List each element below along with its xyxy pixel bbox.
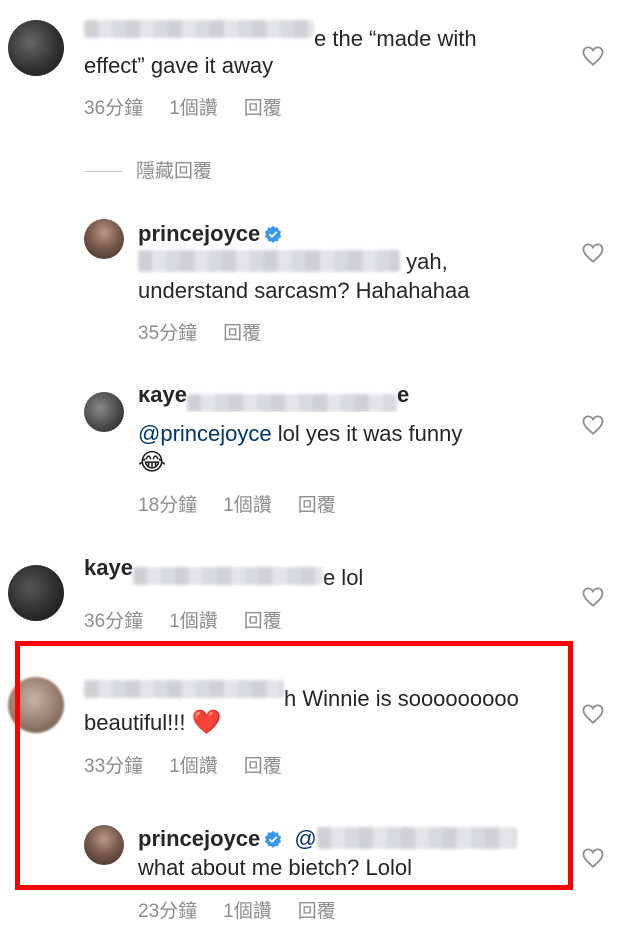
comment-text-line-1: e the “made with <box>314 26 477 51</box>
reply-button[interactable]: 回覆 <box>298 495 336 516</box>
avatar[interactable] <box>8 20 64 76</box>
like-count[interactable]: 1個讚 <box>223 901 272 922</box>
heart-icon[interactable] <box>582 415 604 435</box>
like-count[interactable]: 1個讚 <box>169 611 218 632</box>
hide-replies-label: 隱藏回覆 <box>136 161 213 182</box>
redacted-mention <box>138 250 400 272</box>
highlight-box <box>15 641 573 890</box>
comment-text-line-2: effect” gave it away <box>84 53 274 78</box>
comment-text: e the “made with <box>84 20 477 54</box>
username-partial: kaye <box>138 390 187 407</box>
heart-icon[interactable] <box>582 704 604 724</box>
heart-icon[interactable] <box>582 587 604 607</box>
reply-header: princejoyce <box>138 219 282 249</box>
timestamp: 35分鐘 <box>138 323 198 344</box>
timestamp: 36分鐘 <box>84 98 144 119</box>
heart-icon[interactable] <box>582 243 604 263</box>
comment-meta: 36分鐘 1個讚 回覆 <box>84 606 308 633</box>
mention-princejoyce[interactable]: @princejoyce <box>138 421 272 446</box>
redacted-username <box>186 394 397 412</box>
redacted-username <box>84 20 314 38</box>
emoji-laughing: 😂 <box>138 448 166 478</box>
hide-replies-toggle[interactable]: 隱藏回覆 <box>84 156 212 183</box>
laughing-emoji-icon: 😂 <box>138 449 167 476</box>
username-partial[interactable]: kaye <box>84 555 133 580</box>
reply-meta: 23分鐘 1個讚 回覆 <box>138 896 362 923</box>
divider-line <box>84 171 122 173</box>
username-tail: e <box>396 390 410 407</box>
timestamp: 36分鐘 <box>84 611 144 632</box>
avatar[interactable] <box>8 565 64 621</box>
reply-text-line-1: yah, <box>138 247 448 277</box>
verified-badge-icon <box>264 221 282 243</box>
reply-button[interactable]: 回覆 <box>244 611 282 632</box>
reply-text-line-2: understand sarcasm? Hahahahaa <box>138 278 470 303</box>
reply-meta: 35分鐘 回覆 <box>138 318 287 345</box>
avatar[interactable] <box>84 392 124 432</box>
redacted-username <box>132 567 323 585</box>
username[interactable]: princejoyce <box>138 221 260 246</box>
like-count[interactable]: 1個讚 <box>223 495 272 516</box>
reply-text-line-1: @princejoyce lol yes it was funny <box>138 419 462 449</box>
like-count[interactable]: 1個讚 <box>169 98 218 119</box>
reply-meta: 18分鐘 1個讚 回覆 <box>138 490 362 517</box>
reply-text: yah, <box>406 249 448 274</box>
reply-button[interactable]: 回覆 <box>223 323 261 344</box>
comment-text: kaye e lol <box>84 555 364 593</box>
reply-username[interactable]: kaye e <box>138 390 409 412</box>
reply-button[interactable]: 回覆 <box>244 98 282 119</box>
heart-icon[interactable] <box>582 848 604 868</box>
timestamp: 18分鐘 <box>138 495 198 516</box>
comment-text-tail: e lol <box>322 565 364 590</box>
reply-text: lol yes it was funny <box>271 421 463 446</box>
reply-button[interactable]: 回覆 <box>298 901 336 922</box>
timestamp: 23分鐘 <box>138 901 198 922</box>
avatar-princejoyce[interactable] <box>84 219 124 259</box>
comment-meta: 36分鐘 1個讚 回覆 <box>84 93 308 120</box>
heart-icon[interactable] <box>582 46 604 66</box>
